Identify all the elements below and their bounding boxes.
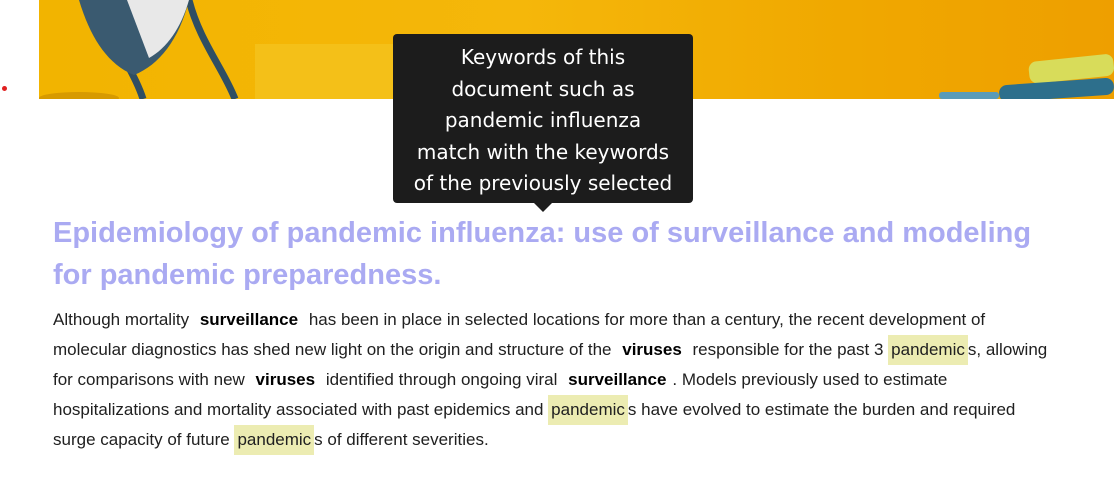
abstract-text: s of different severities. — [314, 430, 489, 449]
keyword-viruses: viruses — [255, 370, 316, 389]
keyword-surveillance: surveillance — [199, 310, 299, 329]
abstract-text: responsible for the past 3 — [692, 340, 884, 359]
marker-dot — [2, 86, 7, 91]
highlighted-keyword-pandemic[interactable]: pandemic — [548, 395, 628, 425]
abstract-text: Although mortality — [53, 310, 190, 329]
highlighted-keyword-pandemic[interactable]: pandemic — [234, 425, 315, 455]
tooltip-text: Keywords of this document such as pandem… — [413, 45, 673, 227]
tooltip: Keywords of this document such as pandem… — [393, 34, 693, 227]
highlighted-keyword-pandemic[interactable]: pandemic — [888, 335, 968, 365]
keyword-viruses: viruses — [622, 340, 682, 359]
abstract-text: identified through ongoing viral — [325, 370, 558, 389]
document-title[interactable]: Epidemiology of pandemic influenza: use … — [53, 212, 1053, 296]
document-abstract: Although mortality surveillance has been… — [53, 305, 1053, 455]
page: Keywords of this document such as pandem… — [0, 0, 1114, 481]
tooltip-arrow — [534, 203, 552, 212]
keyword-surveillance: surveillance — [568, 370, 667, 389]
